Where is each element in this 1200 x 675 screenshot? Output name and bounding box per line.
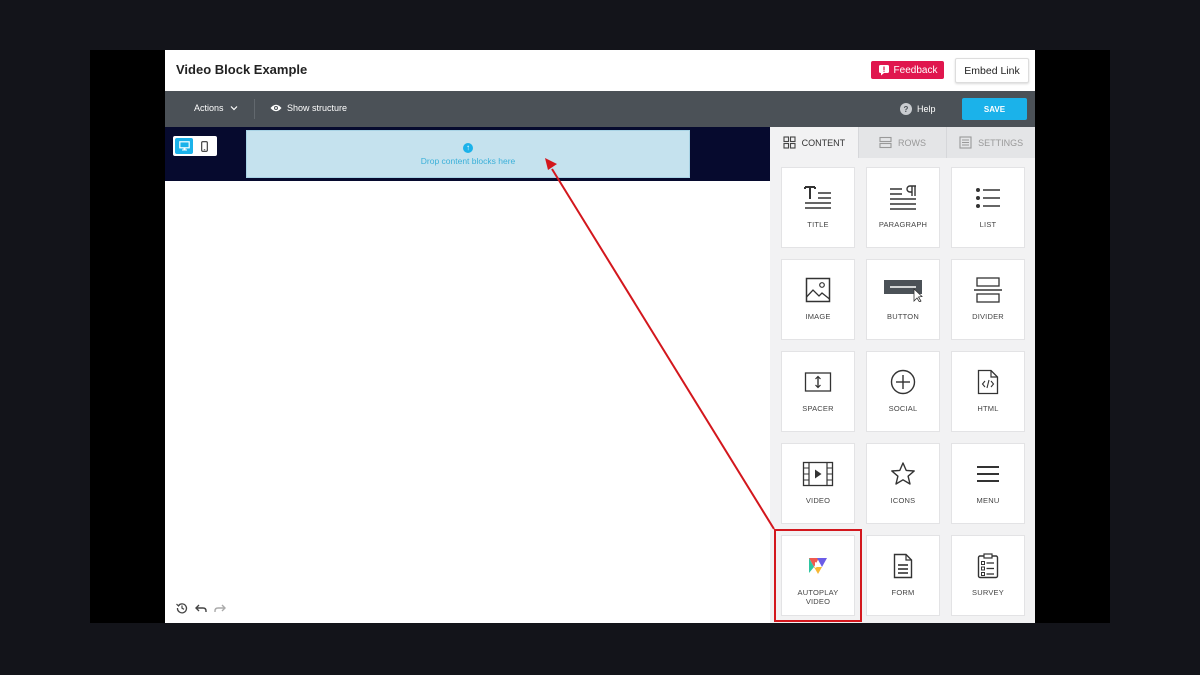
survey-icon [968, 552, 1008, 580]
block-label: IMAGE [805, 312, 831, 321]
feedback-icon [878, 65, 889, 76]
block-list[interactable]: LIST [951, 167, 1025, 248]
block-menu[interactable]: MENU [951, 443, 1025, 524]
feedback-button[interactable]: Feedback [871, 61, 944, 79]
video-icon [798, 460, 838, 488]
divider-icon [968, 276, 1008, 304]
drop-zone-text: Drop content blocks here [420, 155, 516, 166]
tab-rows[interactable]: ROWS [857, 127, 947, 158]
upload-arrow-icon: ↑ [463, 142, 473, 153]
block-label: SOCIAL [888, 404, 918, 413]
page-title: Video Block Example [176, 62, 308, 77]
editor-app: Video Block Example Feedback Embed Link … [165, 50, 1035, 623]
block-label: TITLE [807, 220, 829, 229]
stage-row: ↑ Drop content blocks here [165, 127, 770, 181]
history-icon[interactable] [175, 601, 188, 614]
block-social[interactable]: SOCIAL [866, 351, 940, 432]
grid-icon [783, 136, 796, 149]
actions-dropdown[interactable]: Actions [194, 103, 238, 113]
block-divider[interactable]: DIVIDER [951, 259, 1025, 340]
block-icons[interactable]: ICONS [866, 443, 940, 524]
block-html[interactable]: HTML [951, 351, 1025, 432]
title-icon [798, 184, 838, 212]
block-label: PARAGRAPH [878, 220, 928, 229]
list-icon [968, 184, 1008, 212]
settings-icon [959, 136, 972, 149]
save-button[interactable]: SAVE [962, 98, 1027, 120]
desktop-icon [178, 141, 190, 151]
form-icon [883, 552, 923, 580]
show-structure-label: Show structure [287, 103, 348, 113]
menu-icon [968, 460, 1008, 488]
social-icon [883, 368, 923, 396]
mobile-icon [200, 140, 208, 152]
history-controls [175, 601, 226, 614]
paragraph-icon [883, 184, 923, 212]
help-label: Help [917, 104, 936, 114]
block-label: MENU [976, 496, 1000, 505]
block-paragraph[interactable]: PARAGRAPH [866, 167, 940, 248]
chevron-down-icon [230, 106, 237, 111]
editor-canvas: ↑ Drop content blocks here [165, 127, 770, 623]
block-label: LIST [979, 220, 997, 229]
device-toggle [173, 136, 217, 156]
redo-icon[interactable] [213, 601, 226, 614]
rows-icon [879, 136, 892, 149]
editor-toolbar: Actions Show structure ? Help SAVE [165, 91, 1035, 127]
button-icon [883, 276, 923, 304]
block-label: VIDEO [805, 496, 831, 505]
block-spacer[interactable]: SPACER [781, 351, 855, 432]
annotation-highlight-box [774, 529, 862, 622]
block-form[interactable]: FORM [866, 535, 940, 616]
desktop-view-button[interactable] [175, 138, 193, 154]
tab-content-label: CONTENT [801, 137, 846, 148]
mobile-view-button[interactable] [195, 138, 213, 154]
star-icon [883, 460, 923, 488]
tab-rows-label: ROWS [898, 137, 926, 148]
app-header: Video Block Example Feedback Embed Link [165, 50, 1035, 91]
block-label: HTML [977, 404, 999, 413]
actions-label: Actions [194, 103, 224, 113]
tab-settings-label: SETTINGS [978, 137, 1024, 148]
help-icon: ? [900, 103, 912, 115]
block-label: SURVEY [972, 588, 1004, 597]
block-image[interactable]: IMAGE [781, 259, 855, 340]
block-video[interactable]: VIDEO [781, 443, 855, 524]
undo-icon[interactable] [194, 601, 207, 614]
block-button[interactable]: BUTTON [866, 259, 940, 340]
embed-link-button[interactable]: Embed Link [955, 58, 1029, 83]
tab-content[interactable]: CONTENT [770, 127, 858, 158]
block-label: BUTTON [887, 312, 919, 321]
block-label: DIVIDER [972, 312, 1004, 321]
html-icon [968, 368, 1008, 396]
show-structure-toggle[interactable]: Show structure [270, 103, 347, 113]
image-icon [798, 276, 838, 304]
block-label: FORM [891, 588, 915, 597]
block-label: ICONS [890, 496, 916, 505]
help-link[interactable]: ? Help [900, 103, 936, 115]
block-title[interactable]: TITLE [781, 167, 855, 248]
tab-settings[interactable]: SETTINGS [946, 127, 1035, 158]
eye-icon [270, 104, 282, 112]
sidebar-tabs: CONTENT ROWS SETTINGS [770, 127, 1035, 158]
spacer-icon [798, 368, 838, 396]
drop-zone[interactable]: ↑ Drop content blocks here [246, 130, 690, 178]
block-survey[interactable]: SURVEY [951, 535, 1025, 616]
feedback-label: Feedback [893, 64, 938, 76]
block-label: SPACER [802, 404, 834, 413]
toolbar-divider [254, 99, 255, 119]
